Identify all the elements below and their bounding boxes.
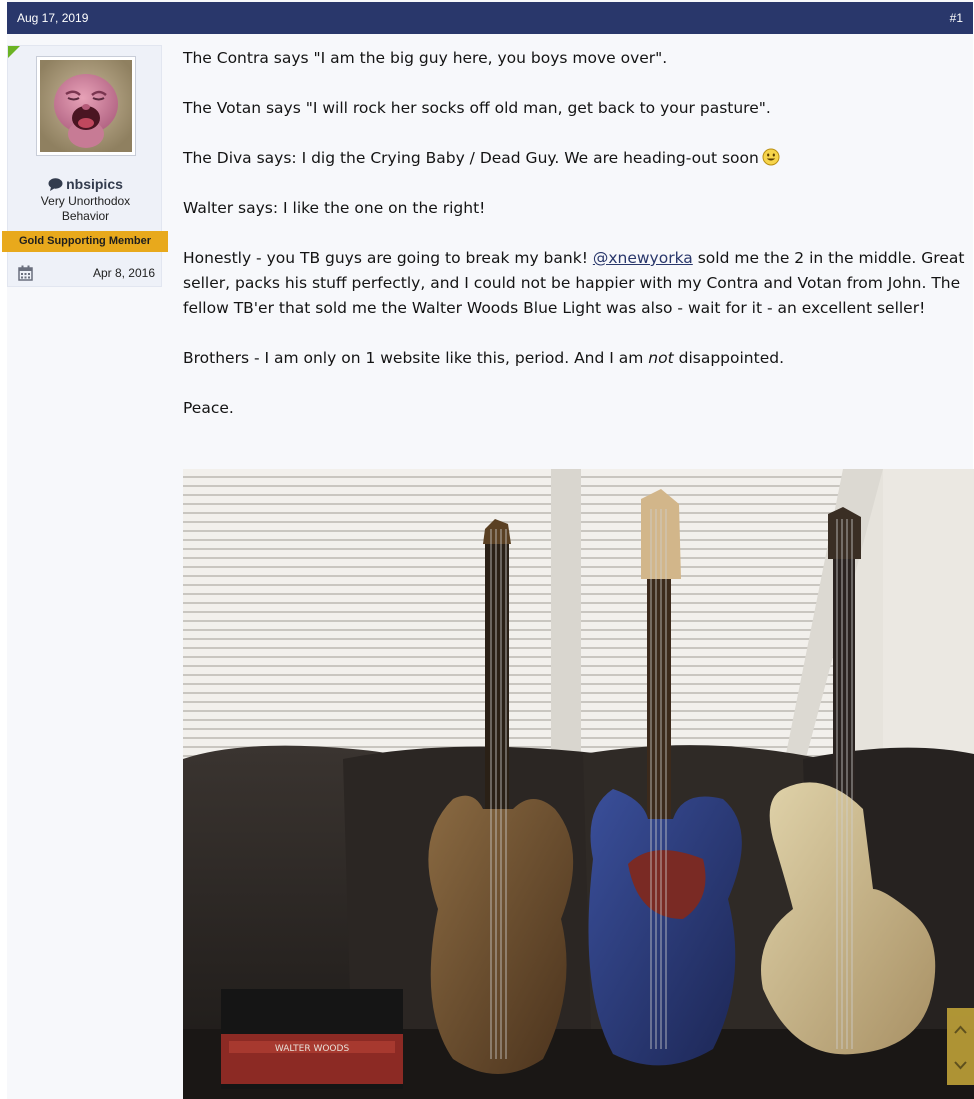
message-text: disappointed. bbox=[673, 349, 785, 367]
message-paragraph: The Votan says "I will rock her socks of… bbox=[183, 99, 771, 117]
post-header: Aug 17, 2019 #1 bbox=[7, 2, 973, 34]
message-paragraph: The Contra says "I am the big guy here, … bbox=[183, 49, 668, 67]
speech-bubble-icon bbox=[48, 178, 63, 191]
avatar[interactable] bbox=[36, 56, 136, 156]
smiley-icon bbox=[762, 148, 780, 166]
bass-guitars-photo: WALTER WOODS bbox=[183, 469, 974, 1099]
chevron-up-down-icon bbox=[954, 1025, 967, 1070]
message-paragraph: The Diva says: I dig the Crying Baby / D… bbox=[183, 146, 973, 171]
member-banner: Gold Supporting Member bbox=[2, 231, 168, 252]
calendar-icon bbox=[18, 265, 33, 281]
message-text: Brothers - I am only on 1 website like t… bbox=[183, 349, 649, 367]
message-paragraph: Honestly - you TB guys are going to brea… bbox=[183, 246, 973, 321]
amp-label: WALTER WOODS bbox=[275, 1044, 350, 1054]
message-paragraph: Walter says: I like the one on the right… bbox=[183, 199, 486, 217]
post-image[interactable]: WALTER WOODS bbox=[183, 469, 974, 1099]
crying-baby-avatar-icon bbox=[40, 60, 132, 152]
username[interactable]: nbsipics bbox=[8, 176, 163, 192]
scroll-to-top-button[interactable] bbox=[947, 1008, 974, 1085]
emphasis-text: not bbox=[648, 349, 674, 367]
username-text: nbsipics bbox=[66, 176, 123, 192]
post-message: The Contra says "I am the big guy here, … bbox=[183, 46, 973, 446]
user-info-panel: nbsipics Very Unorthodox Behavior Gold S… bbox=[2, 45, 168, 287]
message-paragraph: Brothers - I am only on 1 website like t… bbox=[183, 346, 973, 371]
message-text: The Diva says: I dig the Crying Baby / D… bbox=[183, 149, 759, 167]
post-date[interactable]: Aug 17, 2019 bbox=[17, 11, 88, 25]
message-text: Honestly - you TB guys are going to brea… bbox=[183, 249, 593, 267]
message-paragraph: Peace. bbox=[183, 399, 234, 417]
online-indicator bbox=[8, 46, 20, 58]
user-title: Very Unorthodox Behavior bbox=[40, 194, 131, 223]
user-mention-link[interactable]: @xnewyorka bbox=[593, 249, 693, 267]
post-number[interactable]: #1 bbox=[950, 11, 963, 25]
joined-date: Apr 8, 2016 bbox=[92, 266, 155, 280]
